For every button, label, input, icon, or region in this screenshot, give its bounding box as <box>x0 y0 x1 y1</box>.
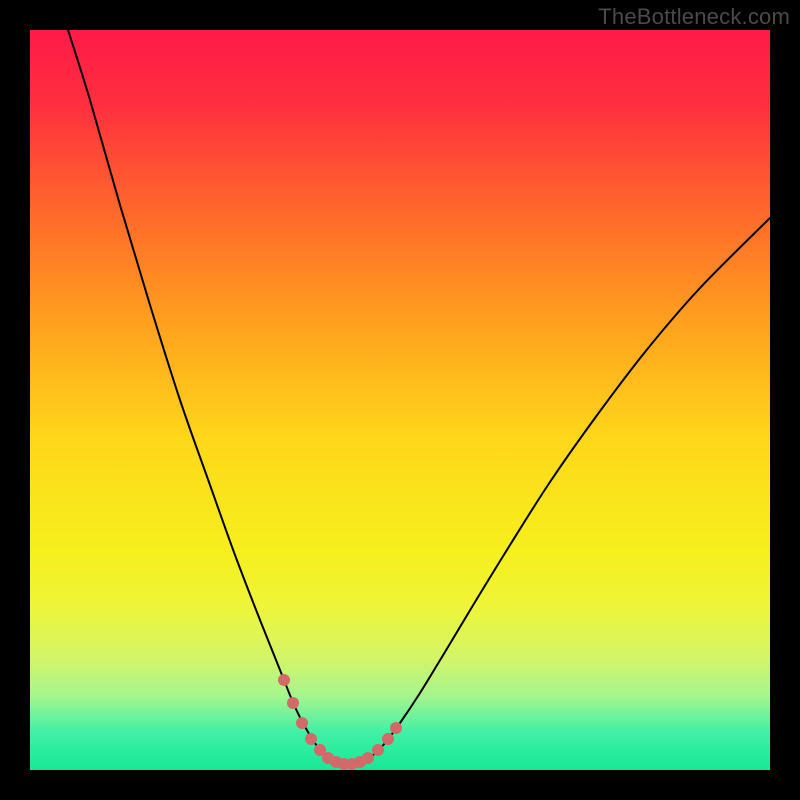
valley-highlight-dot <box>390 722 402 734</box>
valley-highlight-dot <box>287 697 299 709</box>
valley-highlight-dot <box>382 733 394 745</box>
gradient-bg <box>30 30 770 770</box>
plot-area <box>30 30 770 770</box>
valley-highlight-dot <box>278 674 290 686</box>
valley-highlight-dot <box>305 733 317 745</box>
valley-highlight-dot <box>296 717 308 729</box>
valley-highlight-dot <box>362 752 374 764</box>
valley-highlight-dot <box>372 744 384 756</box>
chart-frame: TheBottleneck.com <box>0 0 800 800</box>
watermark-text: TheBottleneck.com <box>598 4 790 30</box>
chart-svg <box>30 30 770 770</box>
